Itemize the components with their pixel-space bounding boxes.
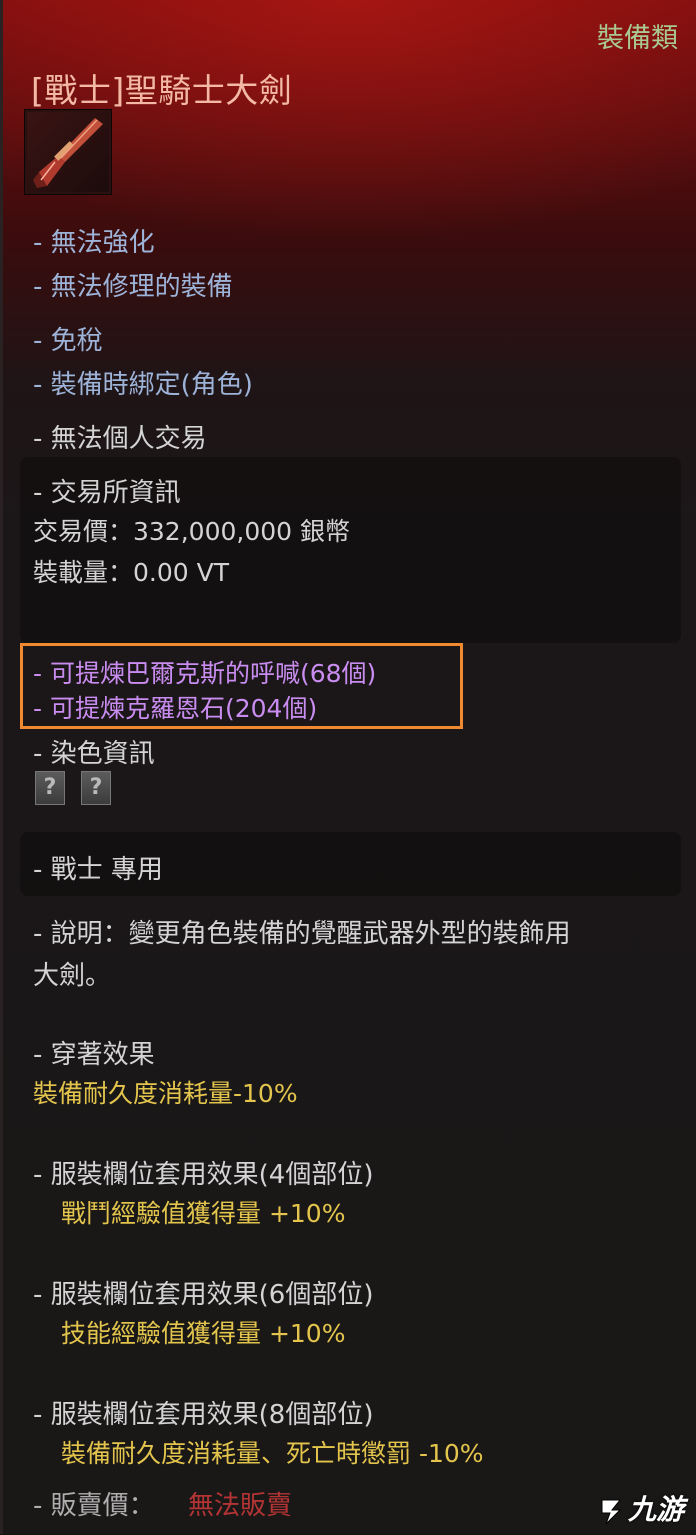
market-price: 交易價：332,000,000 銀幣 (33, 517, 350, 546)
sell-price-label: - 販賣價： (33, 1491, 155, 1521)
trade-restriction: - 無法個人交易 (33, 424, 207, 454)
wear-effect-heading: - 穿著效果 (33, 1040, 155, 1070)
unknown-dye-icon: ? (81, 771, 111, 805)
extraction-line-1: - 可提煉巴爾克斯的呼喊(68個) (33, 659, 377, 688)
sell-price-value: 無法販賣 (188, 1491, 293, 1521)
item-title: [戰士]聖騎士大劍 (31, 71, 293, 110)
description-line-1: - 說明：變更角色裝備的覺醒武器外型的裝飾用 (33, 919, 571, 949)
set-effect-8-heading: - 服裝欄位套用效果(8個部位) (33, 1400, 374, 1430)
set-effect-6-value: 技能經驗值獲得量 +10% (61, 1319, 346, 1348)
greatsword-icon (24, 109, 112, 195)
set-effect-8-value: 裝備耐久度消耗量、死亡時懲罰 -10% (61, 1439, 484, 1468)
property-unrepairable: - 無法修理的裝備 (33, 272, 233, 302)
class-restriction: - 戰士 專用 (33, 855, 163, 885)
item-category: 裝備類 (597, 23, 678, 54)
property-bind-on-equip: - 裝備時綁定(角色) (33, 370, 253, 400)
property-tax-free: - 免稅 (33, 326, 103, 356)
watermark-text: 九游 (627, 1493, 684, 1526)
market-heading: - 交易所資訊 (33, 478, 181, 508)
description-line-2: 大劍。 (33, 961, 112, 991)
set-effect-6-heading: - 服裝欄位套用效果(6個部位) (33, 1280, 374, 1310)
extraction-line-2: - 可提煉克羅恩石(204個) (33, 694, 318, 723)
watermark: 九游 (594, 1488, 684, 1528)
jiuyou-logo-icon (594, 1494, 628, 1528)
item-tooltip: 裝備類 [戰士]聖騎士大劍 - 無法強化 - 無法修理的裝備 - 免稅 - 裝備… (0, 0, 696, 1534)
property-unenhanceable: - 無法強化 (33, 228, 155, 258)
wear-effect-value: 裝備耐久度消耗量-10% (33, 1079, 298, 1108)
item-weight: 裝載量：0.00 VT (33, 558, 229, 587)
dye-heading: - 染色資訊 (33, 739, 155, 769)
set-effect-4-heading: - 服裝欄位套用效果(4個部位) (33, 1160, 374, 1190)
unknown-dye-icon: ? (35, 771, 65, 805)
set-effect-4-value: 戰鬥經驗值獲得量 +10% (61, 1199, 346, 1228)
